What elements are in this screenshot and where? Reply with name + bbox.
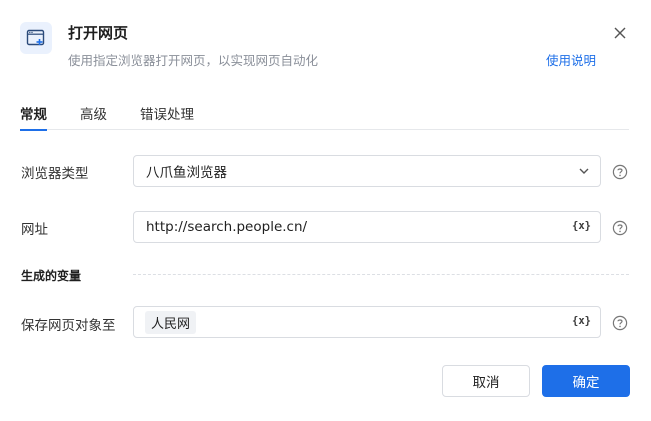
save-to-input[interactable]: 人民网 {x} <box>133 306 601 338</box>
url-value: http://search.people.cn/ <box>146 219 308 235</box>
tab-general[interactable]: 常规 <box>20 103 47 131</box>
section-divider <box>133 274 629 275</box>
confirm-button[interactable]: 确定 <box>542 365 630 397</box>
help-link[interactable]: 使用说明 <box>546 50 596 69</box>
browser-window-icon <box>20 22 52 54</box>
chevron-down-icon[interactable] <box>578 165 590 177</box>
dialog-subtitle: 使用指定浏览器打开网页，以实现网页自动化 <box>68 53 319 68</box>
tab-bar: 常规 高级 错误处理 <box>20 103 629 131</box>
url-input[interactable]: http://search.people.cn/ {x} <box>133 211 601 243</box>
browser-type-label: 浏览器类型 <box>21 166 89 182</box>
tab-error-handling[interactable]: 错误处理 <box>140 103 194 130</box>
help-circle-icon[interactable] <box>612 220 628 236</box>
output-variables-heading: 生成的变量 <box>21 269 82 283</box>
open-webpage-dialog: 打开网页 使用指定浏览器打开网页，以实现网页自动化 使用说明 常规 高级 错误处… <box>0 0 651 421</box>
dialog-title: 打开网页 <box>68 24 129 42</box>
cancel-button[interactable]: 取消 <box>442 365 530 397</box>
tab-advanced[interactable]: 高级 <box>80 103 107 130</box>
close-button[interactable] <box>611 24 629 42</box>
browser-type-value: 八爪鱼浏览器 <box>146 165 227 181</box>
help-circle-icon[interactable] <box>612 315 628 331</box>
help-circle-icon[interactable] <box>612 164 628 180</box>
url-label: 网址 <box>21 222 48 238</box>
save-to-label: 保存网页对象至 <box>21 318 116 334</box>
variable-tag[interactable]: 人民网 <box>145 310 197 334</box>
browser-type-select[interactable]: 八爪鱼浏览器 <box>133 155 601 187</box>
close-icon <box>614 27 626 39</box>
insert-variable-button[interactable]: {x} <box>572 315 591 327</box>
insert-variable-button[interactable]: {x} <box>572 220 591 232</box>
